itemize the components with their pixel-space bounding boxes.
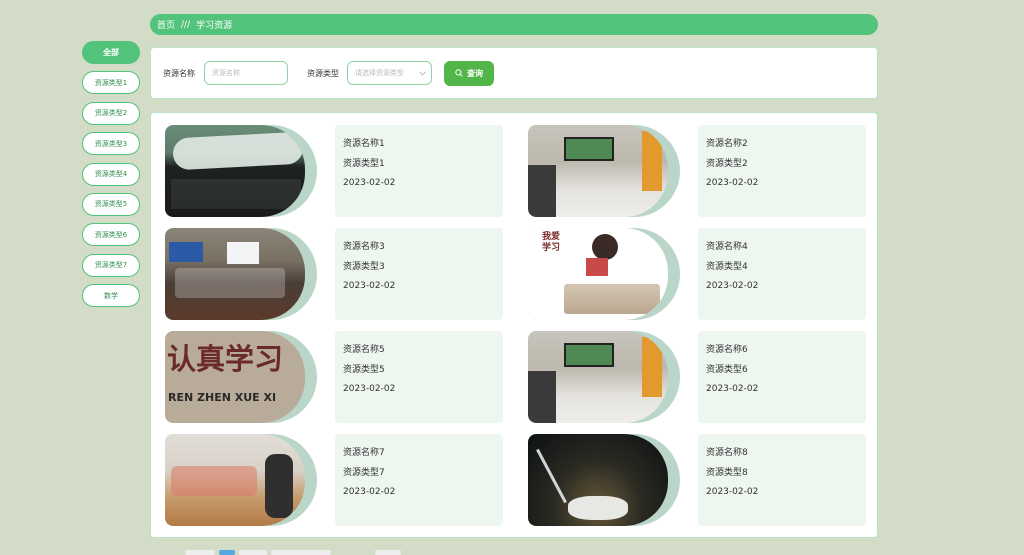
resource-card[interactable]: 资源名称2 资源类型2 2023-02-02 bbox=[528, 125, 868, 217]
resource-thumbnail bbox=[165, 434, 305, 526]
resource-type-placeholder: 请选择资源类型 bbox=[355, 69, 404, 77]
resource-info: 资源名称5 资源类型5 2023-02-02 bbox=[335, 331, 503, 423]
resource-date: 2023-02-02 bbox=[343, 384, 396, 394]
resource-thumbnail-frame bbox=[165, 434, 317, 526]
resource-thumbnail-frame bbox=[528, 125, 680, 217]
resource-info: 资源名称1 资源类型1 2023-02-02 bbox=[335, 125, 503, 217]
resource-card[interactable]: 资源名称7 资源类型7 2023-02-02 bbox=[165, 434, 505, 526]
resource-card[interactable]: 资源名称8 资源类型8 2023-02-02 bbox=[528, 434, 868, 526]
resource-type-label: 资源类型 bbox=[307, 68, 339, 78]
resource-thumbnail bbox=[165, 125, 305, 217]
category-type2-button[interactable]: 资源类型2 bbox=[82, 101, 140, 125]
category-type1-button[interactable]: 资源类型1 bbox=[82, 71, 140, 95]
resource-info: 资源名称3 资源类型3 2023-02-02 bbox=[335, 228, 503, 320]
resource-thumbnail-caption: 我爱 学习 bbox=[542, 232, 561, 253]
category-type3-button[interactable]: 资源类型3 bbox=[82, 132, 140, 156]
resource-grid: 资源名称1 资源类型1 2023-02-02 资源名称2 资源类型2 2023-… bbox=[150, 112, 878, 538]
resource-thumbnail bbox=[528, 434, 668, 526]
resource-name: 资源名称3 bbox=[343, 242, 385, 252]
category-math-button[interactable]: 数学 bbox=[82, 284, 140, 308]
breadcrumb-home[interactable]: 首页 bbox=[157, 18, 175, 31]
resource-type: 资源类型2 bbox=[706, 158, 748, 169]
breadcrumb-current: 学习资源 bbox=[196, 21, 233, 31]
pagination-jump[interactable] bbox=[375, 550, 401, 555]
breadcrumb-separator: /// bbox=[181, 19, 191, 30]
resource-name-input[interactable]: 资源名称 bbox=[204, 61, 288, 85]
resource-card[interactable]: 认真学习 REN ZHEN XUE XI 资源名称5 资源类型5 2023-02… bbox=[165, 331, 505, 423]
resource-thumbnail-frame: 认真学习 REN ZHEN XUE XI bbox=[165, 331, 317, 423]
resource-date: 2023-02-02 bbox=[343, 178, 396, 188]
resource-info: 资源名称8 资源类型8 2023-02-02 bbox=[698, 434, 866, 526]
resource-thumbnail bbox=[528, 331, 668, 423]
resource-date: 2023-02-02 bbox=[706, 178, 759, 188]
resource-type: 资源类型7 bbox=[343, 467, 385, 478]
resource-type: 资源类型4 bbox=[706, 261, 748, 272]
resource-card[interactable]: 我爱 学习 资源名称4 资源类型4 2023-02-02 bbox=[528, 228, 868, 320]
category-type7-button[interactable]: 资源类型7 bbox=[82, 253, 140, 277]
resource-name: 资源名称7 bbox=[343, 448, 385, 458]
resource-date: 2023-02-02 bbox=[343, 281, 396, 291]
pagination-page[interactable] bbox=[239, 550, 267, 555]
chevron-down-icon bbox=[419, 70, 426, 76]
resource-date: 2023-02-02 bbox=[706, 384, 759, 394]
resource-info: 资源名称7 资源类型7 2023-02-02 bbox=[335, 434, 503, 526]
resource-info: 资源名称4 资源类型4 2023-02-02 bbox=[698, 228, 866, 320]
resource-type-select[interactable]: 请选择资源类型 bbox=[347, 61, 432, 85]
resource-name: 资源名称4 bbox=[706, 242, 748, 252]
pagination bbox=[185, 550, 401, 555]
resource-thumbnail-subcaption: REN ZHEN XUE XI bbox=[168, 391, 277, 404]
resource-type: 资源类型8 bbox=[706, 467, 748, 478]
category-all-button[interactable]: 全部 bbox=[82, 41, 140, 64]
resource-name: 资源名称8 bbox=[706, 448, 748, 458]
resource-thumbnail bbox=[528, 125, 668, 217]
resource-thumbnail: 我爱 学习 bbox=[528, 228, 668, 320]
pagination-page-active[interactable] bbox=[219, 550, 235, 555]
resource-type: 资源类型5 bbox=[343, 364, 385, 375]
resource-thumbnail: 认真学习 REN ZHEN XUE XI bbox=[165, 331, 305, 423]
resource-thumbnail-caption: 认真学习 bbox=[167, 342, 284, 376]
search-button[interactable]: 查询 bbox=[444, 60, 494, 86]
resource-type: 资源类型1 bbox=[343, 158, 385, 169]
resource-name: 资源名称5 bbox=[343, 345, 385, 355]
resource-thumbnail bbox=[165, 228, 305, 320]
resource-card[interactable]: 资源名称1 资源类型1 2023-02-02 bbox=[165, 125, 505, 217]
resource-type: 资源类型6 bbox=[706, 364, 748, 375]
search-panel: 资源名称 资源名称 资源类型 请选择资源类型 查询 bbox=[150, 47, 878, 99]
breadcrumb: 首页 /// 学习资源 bbox=[150, 14, 878, 35]
resource-thumbnail-frame bbox=[165, 125, 317, 217]
resource-info: 资源名称2 资源类型2 2023-02-02 bbox=[698, 125, 866, 217]
resource-type: 资源类型3 bbox=[343, 261, 385, 272]
category-type6-button[interactable]: 资源类型6 bbox=[82, 223, 140, 247]
category-sidebar: 全部 资源类型1 资源类型2 资源类型3 资源类型4 资源类型5 资源类型6 资… bbox=[82, 41, 140, 315]
resource-date: 2023-02-02 bbox=[706, 281, 759, 291]
pagination-prev[interactable] bbox=[185, 550, 215, 555]
category-type4-button[interactable]: 资源类型4 bbox=[82, 162, 140, 186]
pagination-size[interactable] bbox=[271, 550, 331, 555]
resource-name: 资源名称1 bbox=[343, 139, 385, 149]
resource-info: 资源名称6 资源类型6 2023-02-02 bbox=[698, 331, 866, 423]
resource-date: 2023-02-02 bbox=[343, 487, 396, 497]
resource-date: 2023-02-02 bbox=[706, 487, 759, 497]
search-button-label: 查询 bbox=[467, 68, 483, 78]
resource-name: 资源名称2 bbox=[706, 139, 748, 149]
resource-card[interactable]: 资源名称6 资源类型6 2023-02-02 bbox=[528, 331, 868, 423]
resource-card[interactable]: 资源名称3 资源类型3 2023-02-02 bbox=[165, 228, 505, 320]
resource-thumbnail-frame: 我爱 学习 bbox=[528, 228, 680, 320]
resource-thumbnail-frame bbox=[165, 228, 317, 320]
resource-thumbnail-frame bbox=[528, 434, 680, 526]
search-icon bbox=[455, 69, 463, 77]
resource-thumbnail-frame bbox=[528, 331, 680, 423]
category-type5-button[interactable]: 资源类型5 bbox=[82, 192, 140, 216]
resource-name-label: 资源名称 bbox=[163, 68, 195, 78]
resource-name: 资源名称6 bbox=[706, 345, 748, 355]
